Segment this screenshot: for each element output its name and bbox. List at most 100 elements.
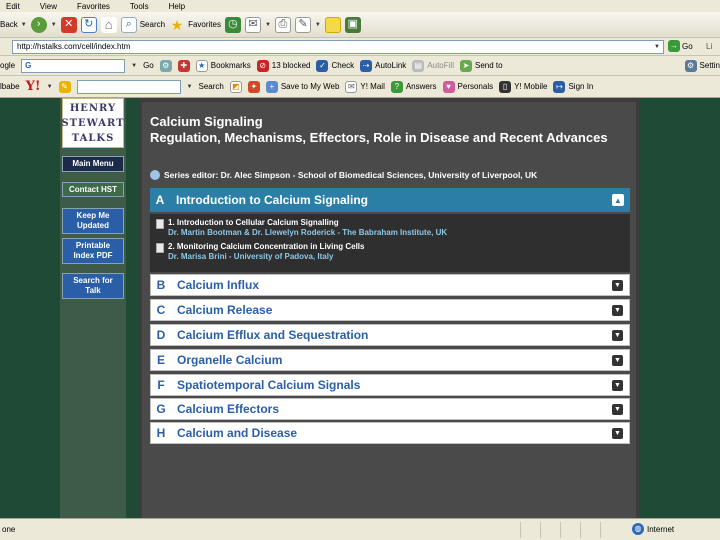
autolink-button[interactable]: ⇢ AutoLink — [360, 59, 406, 72]
menu-tools[interactable]: Tools — [130, 2, 149, 11]
google-settings-button[interactable]: ⚙ Settin — [684, 59, 720, 72]
section-d-header[interactable]: D Calcium Efflux and Sequestration ▼ — [150, 324, 630, 346]
answers-button[interactable]: ? Answers — [390, 80, 437, 93]
expand-icon[interactable]: ▼ — [612, 379, 623, 391]
section-h-header[interactable]: H Calcium and Disease ▼ — [150, 422, 630, 444]
talk-item[interactable]: 2. Monitoring Calcium Concentration in L… — [156, 242, 624, 262]
series-editor: Series editor: Dr. Alec Simpson - School… — [150, 170, 537, 180]
search-button[interactable]: ⌕ Search — [120, 16, 165, 33]
info-icon — [150, 170, 160, 180]
menu-view[interactable]: View — [40, 2, 57, 11]
section-name: Calcium Influx — [177, 278, 260, 292]
bookmarks-button[interactable]: ★ Bookmarks — [195, 59, 251, 72]
section-name: Spatiotemporal Calcium Signals — [177, 378, 361, 392]
send-to-button[interactable]: ➤ Send to — [459, 59, 503, 72]
google-news-icon[interactable]: ✚ — [177, 59, 190, 72]
search-line-1: Search for — [73, 276, 113, 285]
yahoo-dropdown-icon[interactable]: ▼ — [47, 84, 53, 90]
section-b-header[interactable]: B Calcium Influx ▼ — [150, 274, 630, 296]
refresh-icon[interactable]: ↻ — [80, 16, 97, 33]
talk-item[interactable]: 1. Introduction to Cellular Calcium Sign… — [156, 218, 624, 238]
expand-icon[interactable]: ▼ — [612, 329, 623, 341]
edit-dropdown-icon[interactable]: ▼ — [315, 22, 321, 28]
spell-check-button[interactable]: ✓ Check — [316, 59, 354, 72]
mail-icon[interactable]: ✉ — [244, 16, 261, 33]
compass-icon[interactable]: ✦ — [247, 80, 260, 93]
left-navigation: HENRY STEWART TALKS Main Menu Contact HS… — [60, 98, 126, 518]
yahoo-search-input[interactable] — [76, 79, 181, 94]
yahoo-search-button[interactable]: Search — [198, 82, 223, 91]
google-toolbar: ogle G ▼ Go ⚙ ✚ ★ Bookmarks ⊘ 13 blocked ✓… — [0, 56, 720, 76]
mail-dropdown-icon[interactable]: ▼ — [265, 22, 271, 28]
menu-favorites[interactable]: Favorites — [77, 2, 110, 11]
go-arrow-icon: → — [668, 40, 680, 52]
yahoo-logo-icon[interactable]: Y! — [26, 79, 41, 94]
menu-bar: Edit View Favorites Tools Help — [0, 0, 720, 12]
history-icon[interactable]: ◷ — [224, 16, 241, 33]
section-e-header[interactable]: E Organelle Calcium ▼ — [150, 349, 630, 371]
save-to-my-web-button[interactable]: + Save to My Web — [265, 80, 339, 93]
contact-hst-button[interactable]: Contact HST — [62, 182, 124, 197]
google-go-button[interactable]: Go — [143, 61, 154, 70]
highlight-icon[interactable]: ◩ — [229, 80, 242, 93]
home-icon[interactable]: ⌂ — [100, 16, 117, 33]
go-button[interactable]: → Go — [668, 40, 693, 52]
google-input-dropdown-icon[interactable]: ▼ — [131, 63, 137, 69]
back-button[interactable]: Back ▼ — [0, 20, 27, 29]
expand-icon[interactable]: ▼ — [612, 427, 623, 439]
forward-dropdown-icon[interactable]: ▼ — [51, 22, 57, 28]
favorites-button[interactable]: ★ Favorites — [169, 17, 221, 33]
menu-help[interactable]: Help — [169, 2, 185, 11]
main-menu-button[interactable]: Main Menu — [62, 156, 124, 172]
menu-edit[interactable]: Edit — [6, 2, 20, 11]
google-g-icon: G — [25, 61, 32, 70]
mobile-label: Y! Mobile — [514, 82, 548, 91]
series-panel: Calcium Signaling Regulation, Mechanisms… — [142, 102, 636, 518]
talk-title[interactable]: 2. Monitoring Calcium Concentration in L… — [168, 242, 364, 252]
mobile-button[interactable]: ▯ Y! Mobile — [499, 80, 548, 93]
section-a-header[interactable]: A Introduction to Calcium Signaling ▲ — [150, 188, 630, 212]
section-letter: F — [157, 378, 165, 392]
document-icon — [156, 243, 164, 253]
expand-icon[interactable]: ▼ — [612, 403, 623, 415]
links-label[interactable]: Li — [706, 42, 712, 51]
section-c-header[interactable]: C Calcium Release ▼ — [150, 299, 630, 321]
discuss-icon[interactable] — [324, 16, 341, 33]
research-icon[interactable]: ▣ — [344, 16, 361, 33]
forward-icon[interactable]: › — [30, 16, 47, 33]
autolink-icon: ⇢ — [360, 59, 373, 72]
print-icon[interactable]: ⎙ — [274, 16, 291, 33]
globe-icon: ◍ — [632, 523, 644, 535]
stop-icon[interactable]: ✕ — [60, 16, 77, 33]
search-for-talk-button[interactable]: Search for Talk — [62, 273, 124, 299]
mail-envelope-icon: ✉ — [345, 80, 358, 93]
expand-icon[interactable]: ▼ — [612, 304, 623, 316]
pencil-icon[interactable]: ✎ — [58, 80, 71, 93]
talk-title[interactable]: 1. Introduction to Cellular Calcium Sign… — [168, 218, 447, 228]
google-options-icon[interactable]: ⚙ — [159, 59, 172, 72]
back-dropdown-icon[interactable]: ▼ — [21, 22, 27, 28]
edit-icon[interactable]: ✎ — [294, 16, 311, 33]
autofill-button[interactable]: ▤ AutoFill — [412, 59, 454, 72]
keep-me-updated-button[interactable]: Keep Me Updated — [62, 208, 124, 234]
popup-blocker-button[interactable]: ⊘ 13 blocked — [256, 59, 310, 72]
section-letter: D — [156, 328, 166, 342]
printable-index-pdf-button[interactable]: Printable Index PDF — [62, 238, 124, 264]
section-f-header[interactable]: F Spatiotemporal Calcium Signals ▼ — [150, 374, 630, 396]
yahoo-input-dropdown-icon[interactable]: ▼ — [187, 84, 193, 90]
talk-speaker: Dr. Martin Bootman & Dr. Llewelyn Roderi… — [168, 228, 448, 237]
address-dropdown-icon[interactable]: ▼ — [654, 44, 660, 50]
address-input[interactable]: http://hstalks.com/cell/index.htm — [12, 40, 664, 54]
status-pane — [560, 522, 580, 538]
expand-icon[interactable]: ▼ — [612, 279, 623, 291]
personals-button[interactable]: ♥ Personals — [442, 80, 493, 93]
star-icon: ★ — [170, 16, 184, 33]
section-g-header[interactable]: G Calcium Effectors ▼ — [150, 398, 630, 420]
google-search-input[interactable]: G — [21, 58, 126, 73]
collapse-icon[interactable]: ▲ — [612, 194, 624, 206]
sign-in-button[interactable]: ↦ Sign In — [553, 80, 593, 93]
yahoo-mail-button[interactable]: ✉ Y! Mail — [345, 80, 385, 93]
status-pane — [520, 522, 540, 538]
expand-icon[interactable]: ▼ — [612, 354, 623, 366]
hst-logo[interactable]: HENRY STEWART TALKS — [61, 98, 124, 148]
